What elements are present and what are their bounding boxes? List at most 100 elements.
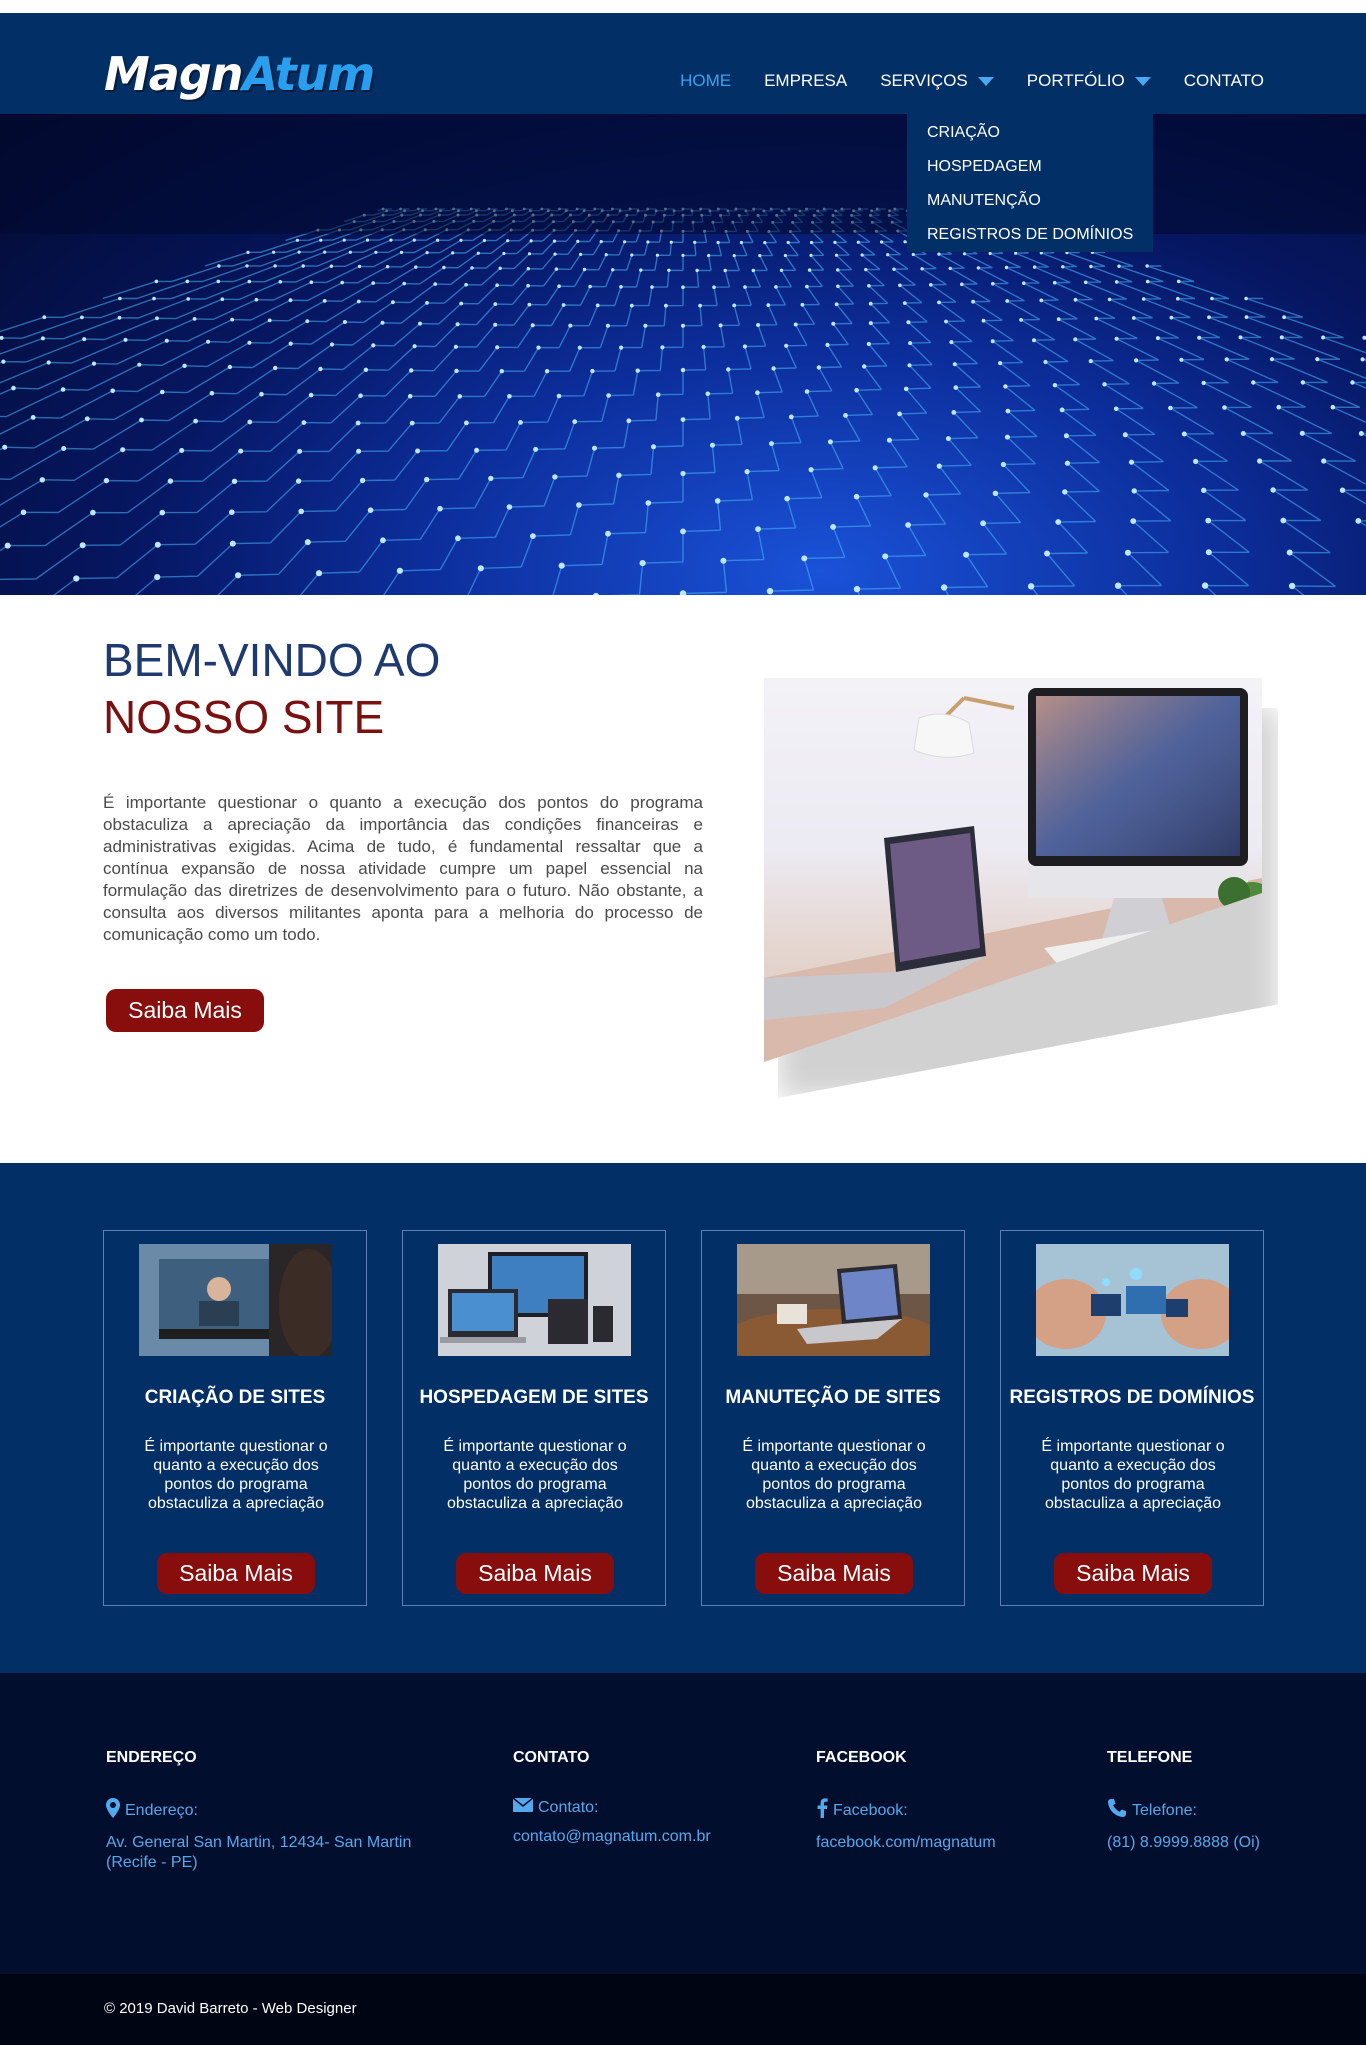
hex-grid-node (301, 420, 307, 425)
hex-grid-node (882, 553, 889, 560)
hex-grid-node (182, 363, 187, 368)
service-text: É importante questionar o quanto a execu… (144, 1438, 328, 1512)
hex-grid-node (1003, 384, 1008, 389)
hex-grid-node (655, 253, 660, 257)
hex-grid-node (544, 369, 550, 374)
hex-grid-node (238, 448, 244, 454)
hex-grid-node (907, 363, 912, 368)
nav-empresa[interactable]: EMPRESA (764, 71, 847, 91)
service-image-registros (1036, 1244, 1229, 1356)
hex-grid-node (784, 495, 790, 502)
hex-grid-node (830, 524, 836, 530)
hex-grid-node (527, 252, 532, 256)
hex-grid-node (526, 283, 530, 288)
hex-grid-node (155, 316, 159, 321)
nav-servicos[interactable]: SERVIÇOS (880, 71, 994, 91)
footer-facebook-link[interactable]: facebook.com/magnatum (816, 1833, 1056, 1853)
hex-grid-node (409, 420, 415, 426)
hex-grid-node (217, 264, 221, 268)
hex-grid-node (73, 575, 80, 582)
hex-grid-node (766, 303, 771, 307)
hex-grid-node (315, 570, 323, 577)
logo[interactable]: MagnAtum (104, 51, 375, 97)
hex-grid-node (755, 526, 761, 532)
hex-grid-node (595, 303, 600, 308)
hex-grid-node (1128, 459, 1135, 465)
hex-grid-node (980, 520, 986, 527)
hex-grid-node (1019, 318, 1023, 322)
hex-grid-node (355, 420, 361, 426)
hex-grid-node (245, 264, 249, 268)
hex-grid-node (953, 385, 959, 390)
hex-grid-node (80, 315, 84, 320)
hex-grid-node (552, 474, 558, 480)
hex-grid-node (247, 340, 252, 345)
hex-grid-node (1032, 338, 1036, 343)
hex-grid-node (348, 250, 352, 254)
hex-grid-node (592, 592, 600, 595)
hex-grid-node (664, 303, 668, 308)
hex-grid-node (1224, 357, 1229, 362)
hex-grid-node (209, 390, 215, 396)
hex-grid-node (701, 344, 706, 350)
hex-grid-node (1151, 381, 1157, 386)
hex-grid-node (630, 253, 634, 257)
hex-grid-node (493, 322, 498, 327)
hex-grid-node (179, 448, 185, 453)
hex-grid-node (309, 280, 314, 284)
hex-grid-node (459, 238, 463, 242)
hex-grid-node (82, 337, 87, 342)
hex-grid-node (992, 490, 999, 496)
hex-grid-node (1269, 357, 1275, 362)
hex-grid-node (808, 467, 814, 473)
nav-home[interactable]: HOME (680, 71, 731, 91)
hex-grid-node (1205, 549, 1212, 556)
hex-grid-node (477, 565, 484, 572)
hex-grid-node (457, 394, 463, 399)
welcome-saiba-mais-button[interactable]: Saiba Mais (106, 989, 264, 1032)
hex-grid-node (436, 238, 440, 242)
hex-grid-node (193, 418, 199, 424)
hex-grid-node (605, 323, 610, 328)
hex-grid-node (424, 476, 430, 483)
hex-grid-node (356, 299, 361, 304)
hex-grid-node (1062, 489, 1068, 495)
hex-grid-node (976, 266, 981, 270)
dropdown-item-hospedagem[interactable]: HOSPEDAGEM (907, 150, 1153, 184)
hex-grid-node (1124, 549, 1131, 556)
nav-portfolio[interactable]: PORTFÓLIO (1027, 71, 1151, 91)
service-saiba-mais-button[interactable]: Saiba Mais (456, 1553, 614, 1594)
hex-grid-node (763, 241, 767, 245)
hex-grid-node (288, 298, 293, 303)
hex-grid-node (254, 297, 259, 302)
hex-grid-node (868, 301, 873, 306)
hex-grid-node (831, 321, 836, 326)
service-card-registros: REGISTROS DE DOMÍNIOS É importante quest… (1000, 1230, 1264, 1606)
hex-grid-node (1244, 296, 1248, 301)
service-saiba-mais-button[interactable]: Saiba Mais (755, 1553, 913, 1594)
hex-grid-node (1257, 458, 1263, 464)
hex-grid-node (898, 283, 902, 288)
hex-grid-node (120, 447, 126, 453)
service-saiba-mais-button[interactable]: Saiba Mais (1054, 1553, 1212, 1594)
hex-grid-node (1240, 431, 1246, 436)
hex-grid-node (1005, 299, 1010, 303)
hex-grid-node (1222, 405, 1227, 410)
dropdown-item-criacao[interactable]: CRIAÇÃO (907, 116, 1153, 150)
hex-grid-node (396, 567, 403, 574)
map-pin-icon (106, 1798, 120, 1823)
hex-grid-node (619, 345, 624, 350)
hex-grid-node (990, 339, 995, 344)
hex-grid-node (1193, 458, 1199, 464)
hex-grid-node (809, 253, 813, 257)
hex-grid-node (1207, 315, 1211, 320)
service-saiba-mais-button[interactable]: Saiba Mais (157, 1553, 315, 1594)
nav-contato[interactable]: CONTATO (1184, 71, 1264, 91)
footer-email-link[interactable]: contato@magnatum.com.br (513, 1827, 773, 1847)
hex-grid-node (606, 393, 611, 398)
hex-grid-node (1114, 280, 1119, 284)
dropdown-item-registros[interactable]: REGISTROS DE DOMÍNIOS (907, 218, 1153, 252)
hex-grid-node (742, 344, 748, 349)
dropdown-item-manutencao[interactable]: MANUTENÇÃO (907, 184, 1153, 218)
hex-grid-node (1094, 316, 1099, 321)
